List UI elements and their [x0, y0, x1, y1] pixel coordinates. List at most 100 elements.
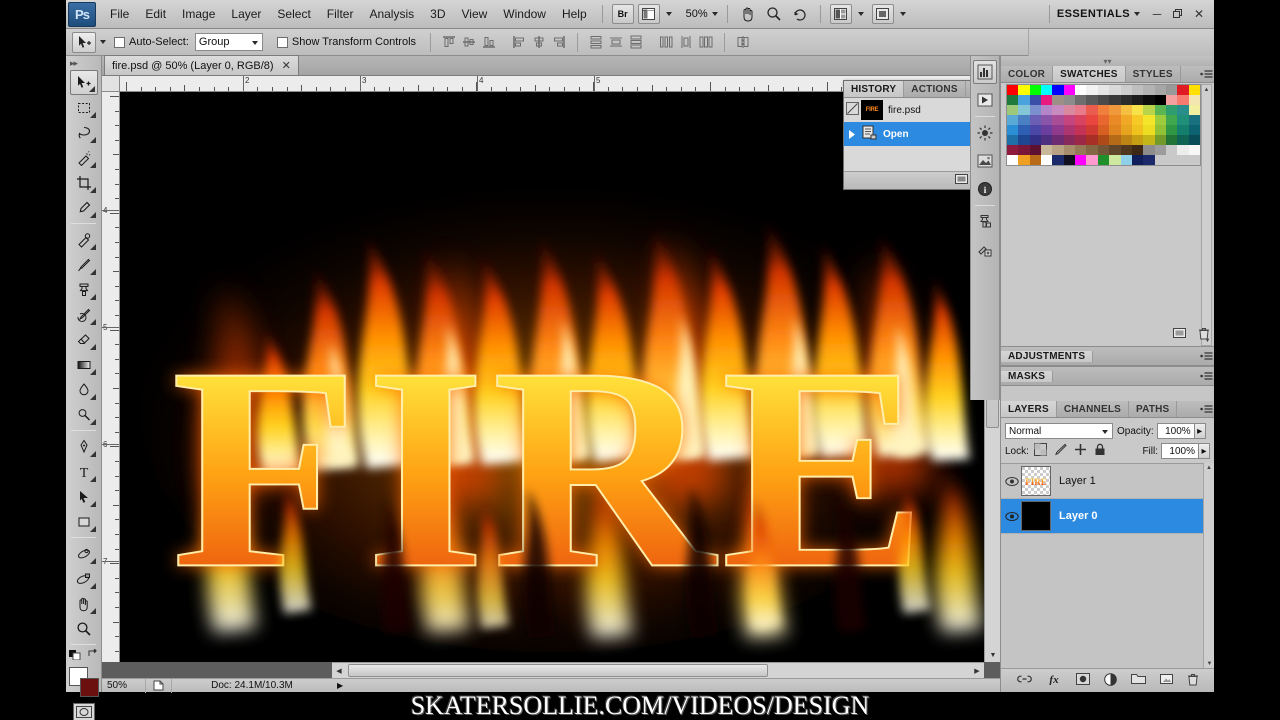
swatch-cell[interactable] — [1131, 135, 1144, 145]
swatch-cell[interactable] — [1120, 155, 1132, 165]
swatch-cell[interactable] — [1007, 135, 1019, 145]
swatch-cell[interactable] — [1143, 135, 1155, 145]
swatch-cell[interactable] — [1063, 145, 1076, 155]
add-layer-mask-icon[interactable] — [1075, 673, 1090, 688]
swatch-cell[interactable] — [1109, 135, 1121, 145]
swatch-cell[interactable] — [1052, 105, 1064, 115]
swatch-cell[interactable] — [1165, 95, 1178, 105]
swatches-panel-menu-icon[interactable] — [1198, 66, 1214, 82]
swatch-cell[interactable] — [1188, 95, 1200, 105]
auto-select-checkbox[interactable] — [114, 36, 125, 48]
ruler-corner[interactable] — [102, 76, 120, 92]
swatch-cell[interactable] — [1018, 85, 1030, 95]
menu-3d[interactable]: 3D — [422, 3, 453, 25]
swatch-cell[interactable] — [1041, 95, 1053, 105]
scroll-right-arrow[interactable]: ▶ — [970, 663, 984, 679]
tool-rectangular-marquee[interactable] — [70, 95, 98, 120]
auto-align-layers-icon[interactable] — [734, 33, 752, 51]
tool-horizontal-type[interactable]: T — [70, 459, 98, 484]
swatch-cell[interactable] — [1052, 145, 1064, 155]
show-transform-checkbox[interactable] — [276, 36, 288, 48]
swatch-cell[interactable] — [1109, 95, 1121, 105]
swatch-cell[interactable] — [1177, 135, 1189, 145]
tool-blur[interactable] — [70, 377, 98, 402]
status-preview-icon[interactable] — [146, 678, 172, 693]
blend-mode-caret[interactable] — [1102, 430, 1108, 434]
swatch-cell[interactable] — [1007, 155, 1019, 165]
swatch-cell[interactable] — [1063, 105, 1076, 115]
view-extras-caret[interactable] — [665, 12, 672, 16]
auto-select-dropdown[interactable]: Group — [194, 33, 263, 51]
swatch-cell[interactable] — [1120, 135, 1132, 145]
dock-grip[interactable]: ▾▾ — [1001, 56, 1214, 66]
swatch-cell[interactable] — [1109, 125, 1121, 135]
layer-name[interactable]: Layer 0 — [1059, 510, 1098, 522]
arrange-caret[interactable] — [857, 12, 864, 16]
swatch-cell[interactable] — [1131, 115, 1144, 125]
actions-panel-icon[interactable] — [973, 88, 997, 112]
layer-thumbnail[interactable]: FIRE — [1021, 466, 1051, 496]
link-layers-icon[interactable] — [1016, 674, 1032, 687]
swatches-scroll-up-arrow[interactable]: ▲ — [1202, 85, 1211, 94]
tool-pen[interactable] — [70, 434, 98, 459]
align-bottom-edges-icon[interactable] — [480, 33, 498, 51]
status-info-arrow[interactable]: ▶ — [332, 679, 348, 693]
distribute-horizontal-centers-icon[interactable] — [677, 33, 695, 51]
zoom-tool-icon[interactable] — [763, 4, 785, 24]
tool-presets-icon[interactable] — [973, 238, 997, 262]
swatch-cell[interactable] — [1075, 145, 1087, 155]
layer-list[interactable]: FIRE Layer 1 Layer 0 — [1001, 463, 1214, 668]
scroll-down-arrow[interactable]: ▼ — [985, 648, 1001, 662]
align-vertical-centers-icon[interactable] — [460, 33, 478, 51]
tool-preset-caret[interactable] — [100, 40, 106, 44]
swatch-cell[interactable] — [1063, 115, 1076, 125]
swatch-cell[interactable] — [1075, 85, 1087, 95]
swatch-cell[interactable] — [1188, 125, 1200, 135]
layer-name[interactable]: Layer 1 — [1059, 475, 1096, 487]
swatch-cell[interactable] — [1029, 95, 1042, 105]
document-tab-fire-psd[interactable]: fire.psd @ 50% (Layer 0, RGB/8) ✕ — [104, 55, 299, 75]
layer-visibility-eye-icon[interactable] — [1003, 511, 1021, 522]
swatch-color-grid[interactable] — [1006, 84, 1201, 166]
launch-bridge-button[interactable]: Br — [611, 4, 634, 24]
opacity-stepper[interactable]: ▸ — [1194, 423, 1206, 439]
swatch-cell[interactable] — [1188, 105, 1200, 115]
current-tool-icon[interactable] — [72, 31, 96, 53]
swatch-cell[interactable] — [1154, 115, 1166, 125]
tab-styles[interactable]: STYLES — [1126, 66, 1181, 82]
menu-select[interactable]: Select — [269, 3, 318, 25]
window-close-button[interactable]: ✕ — [1190, 5, 1208, 23]
swatch-cell[interactable] — [1165, 135, 1178, 145]
swatch-cell[interactable] — [1120, 105, 1132, 115]
swatch-cell[interactable] — [1109, 155, 1121, 165]
swatch-cell[interactable] — [1143, 95, 1155, 105]
menu-help[interactable]: Help — [554, 3, 595, 25]
histogram-icon[interactable] — [973, 60, 997, 84]
swatch-cell[interactable] — [1143, 85, 1155, 95]
swatch-cell[interactable] — [1109, 85, 1121, 95]
swatch-cell[interactable] — [1007, 105, 1019, 115]
swatch-cell[interactable] — [1131, 145, 1144, 155]
swatch-cell[interactable] — [1097, 155, 1110, 165]
swatch-cell[interactable] — [1075, 135, 1087, 145]
tool-gradient[interactable] — [70, 352, 98, 377]
swatch-cell[interactable] — [1188, 135, 1200, 145]
tool-eraser[interactable] — [70, 327, 98, 352]
swatch-cell[interactable] — [1041, 115, 1053, 125]
swatch-cell[interactable] — [1177, 85, 1189, 95]
swatch-cell[interactable] — [1120, 125, 1132, 135]
swatch-cell[interactable] — [1154, 135, 1166, 145]
swatch-cell[interactable] — [1041, 145, 1053, 155]
swatch-cell[interactable] — [1041, 135, 1053, 145]
swatch-cell[interactable] — [1154, 95, 1166, 105]
distribute-right-edges-icon[interactable] — [697, 33, 715, 51]
menu-filter[interactable]: Filter — [319, 3, 362, 25]
menu-view[interactable]: View — [453, 3, 495, 25]
lock-position-icon[interactable] — [1074, 443, 1087, 459]
document-tab-close-icon[interactable]: ✕ — [282, 59, 291, 72]
workspace-caret[interactable] — [1134, 12, 1140, 16]
new-document-from-state-icon[interactable] — [955, 173, 968, 188]
swatch-cell[interactable] — [1063, 155, 1076, 165]
swatch-cell[interactable] — [1154, 145, 1166, 155]
swatch-cell[interactable] — [1018, 95, 1030, 105]
